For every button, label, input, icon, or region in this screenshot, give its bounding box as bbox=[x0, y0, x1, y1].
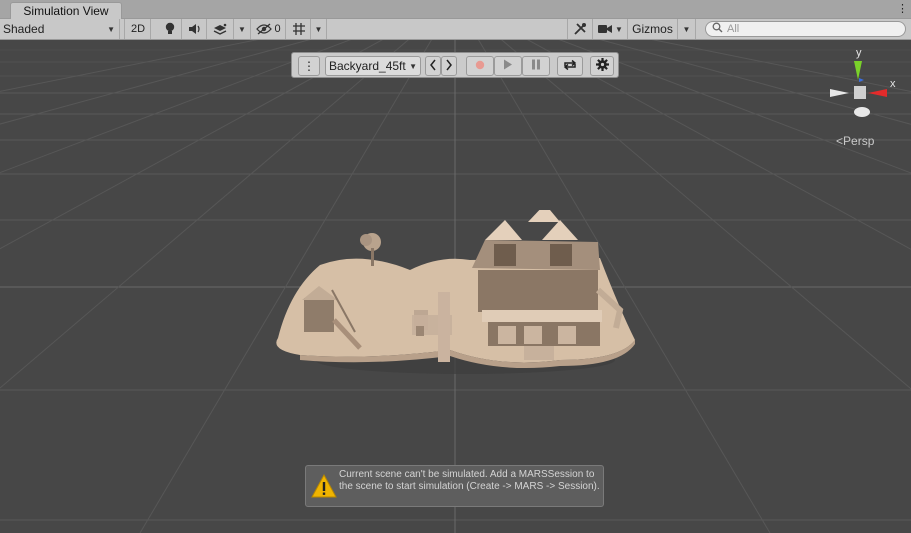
visibility-icon bbox=[256, 23, 273, 35]
chevron-down-icon: ▼ bbox=[238, 24, 246, 34]
prev-icon bbox=[429, 59, 437, 74]
scene-viewport[interactable]: ⋮ Backyard_45ft ▼ y x <Persp Current sce… bbox=[0, 40, 911, 533]
next-environment-button[interactable] bbox=[441, 56, 457, 76]
grid-button[interactable] bbox=[287, 19, 311, 39]
play-icon bbox=[503, 59, 513, 73]
hidden-count: 0 bbox=[274, 23, 281, 35]
x-axis-label: x bbox=[890, 78, 896, 90]
simulation-toolbar: ⋮ Backyard_45ft ▼ bbox=[291, 52, 619, 78]
chevron-down-icon: ▼ bbox=[409, 61, 417, 71]
search-input[interactable] bbox=[727, 23, 897, 35]
neg-x-axis-cone[interactable] bbox=[830, 89, 849, 97]
projection-label: Persp bbox=[843, 134, 875, 148]
visibility-toggle-button[interactable]: 0 bbox=[252, 19, 286, 39]
environment-dropdown[interactable]: Backyard_45ft ▼ bbox=[325, 56, 421, 76]
grid-icon bbox=[292, 22, 306, 36]
pause-button[interactable] bbox=[522, 56, 550, 76]
kebab-menu-icon: ⋮ bbox=[303, 59, 315, 73]
sim-settings-button[interactable] bbox=[590, 56, 614, 76]
chevron-down-icon: ▼ bbox=[314, 24, 323, 34]
tab-options-kebab-icon[interactable]: ⋮ bbox=[897, 2, 908, 16]
tab-simulation-view[interactable]: Simulation View bbox=[10, 2, 122, 20]
shading-mode-label: Shaded bbox=[3, 22, 45, 36]
chevron-down-icon: ▼ bbox=[615, 24, 623, 34]
orientation-gizmo[interactable]: y x bbox=[825, 44, 905, 124]
scene-toolbar: Shaded ▼ 2D ▼ 0 ▼ ▼ Gizmos ▼ All bbox=[0, 19, 911, 40]
tools-button[interactable] bbox=[567, 19, 593, 39]
lighting-toggle-button[interactable] bbox=[158, 19, 182, 39]
divider bbox=[121, 19, 125, 39]
simulation-warning-notification: Current scene can't be simulated. Add a … bbox=[305, 465, 604, 507]
projection-toggle[interactable]: <Persp bbox=[836, 134, 874, 148]
grid-dropdown[interactable]: ▼ bbox=[311, 19, 327, 39]
2d-toggle-button[interactable]: 2D bbox=[126, 19, 151, 39]
chevron-down-icon: ▼ bbox=[682, 24, 691, 34]
2d-label: 2D bbox=[130, 23, 146, 35]
record-icon bbox=[475, 59, 485, 73]
y-axis-cone[interactable] bbox=[854, 61, 862, 80]
chevron-down-icon: ▼ bbox=[107, 24, 115, 34]
sim-options-button[interactable]: ⋮ bbox=[298, 56, 320, 76]
gizmos-button[interactable]: Gizmos bbox=[628, 19, 678, 39]
audio-icon bbox=[188, 23, 202, 35]
chevron-left-icon: < bbox=[836, 134, 844, 148]
camera-icon bbox=[598, 24, 613, 34]
neg-y-axis-cone[interactable] bbox=[854, 107, 870, 117]
settings-icon bbox=[595, 58, 609, 74]
play-button[interactable] bbox=[494, 56, 522, 76]
lightbulb-icon bbox=[164, 22, 176, 36]
camera-settings-button[interactable]: ▼ bbox=[594, 19, 628, 39]
previous-environment-button[interactable] bbox=[425, 56, 441, 76]
pause-icon bbox=[531, 59, 541, 73]
x-axis-cone[interactable] bbox=[868, 89, 887, 97]
record-button[interactable] bbox=[466, 56, 494, 76]
gizmos-label: Gizmos bbox=[632, 22, 673, 36]
warning-icon bbox=[309, 466, 339, 506]
backyard-scene-model[interactable] bbox=[260, 210, 650, 380]
search-icon bbox=[712, 22, 723, 36]
environment-name: Backyard_45ft bbox=[329, 59, 406, 73]
y-axis-label: y bbox=[856, 47, 862, 59]
search-field[interactable] bbox=[705, 21, 906, 37]
tab-bar: Simulation View ⋮ bbox=[0, 0, 911, 20]
shading-mode-dropdown[interactable]: Shaded ▼ bbox=[0, 19, 120, 39]
sync-icon bbox=[563, 59, 577, 74]
effects-button[interactable] bbox=[208, 19, 234, 39]
warning-message: Current scene can't be simulated. Add a … bbox=[339, 469, 600, 492]
next-icon bbox=[445, 59, 453, 74]
tools-icon bbox=[573, 22, 587, 36]
gizmo-center-cube[interactable] bbox=[854, 86, 866, 99]
audio-toggle-button[interactable] bbox=[183, 19, 207, 39]
effects-dropdown[interactable]: ▼ bbox=[234, 19, 251, 39]
sync-button[interactable] bbox=[557, 56, 583, 76]
effects-icon bbox=[213, 23, 228, 36]
gizmos-dropdown[interactable]: ▼ bbox=[678, 19, 696, 39]
z-axis-cone[interactable] bbox=[859, 78, 864, 82]
